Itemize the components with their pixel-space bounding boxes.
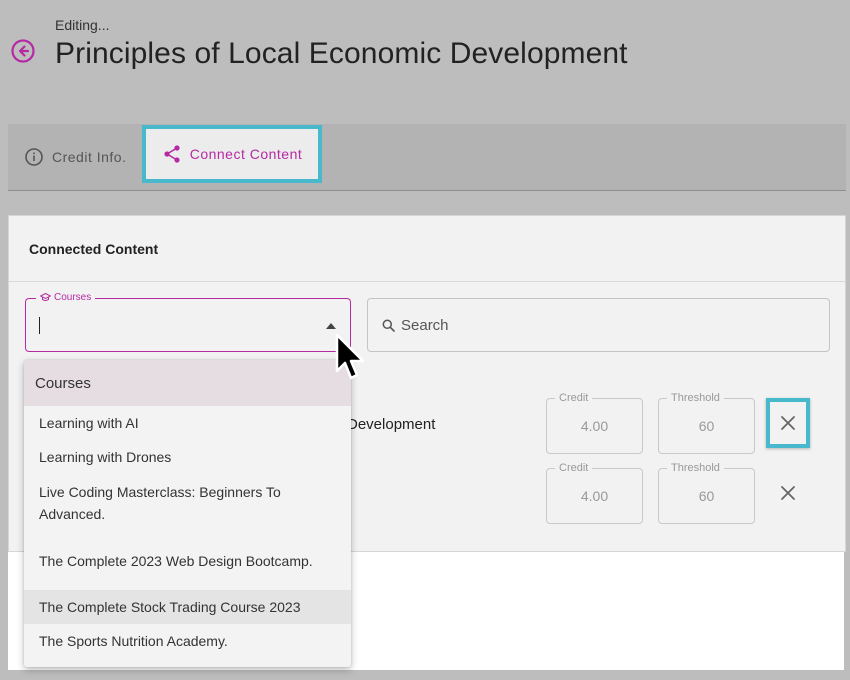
tab-connect-content-label: Connect Content (189, 146, 303, 162)
credit-field: Credit 4.00 (546, 391, 643, 454)
tab-credit-info-label: Credit Info. (52, 149, 127, 165)
panel-title: Connected Content (9, 216, 845, 282)
credit-label: Credit (555, 391, 593, 405)
courses-field-label: Courses (36, 292, 96, 303)
connected-course-title: Development (347, 416, 436, 433)
tabs-bar: Credit Info. Connect Content (8, 124, 846, 191)
search-input[interactable]: Search (367, 298, 830, 352)
back-button[interactable] (10, 38, 36, 64)
threshold-value: 60 (698, 488, 715, 504)
editing-label: Editing... (55, 17, 110, 33)
threshold-value: 60 (698, 418, 715, 434)
threshold-field: Threshold 60 (658, 391, 755, 454)
threshold-label: Threshold (667, 391, 724, 405)
mouse-cursor-icon (335, 333, 365, 380)
dropdown-option[interactable]: The Complete Stock Trading Course 2023 (24, 590, 351, 624)
info-circle-icon (25, 148, 43, 166)
close-icon (781, 416, 795, 430)
share-icon (164, 145, 180, 163)
threshold-field: Threshold 60 (658, 461, 755, 524)
dropdown-arrow-icon[interactable] (326, 323, 336, 329)
threshold-label: Threshold (667, 461, 724, 475)
dropdown-option[interactable]: Live Coding Masterclass: Beginners To Ad… (24, 474, 351, 532)
courses-dropdown-menu: Courses Learning with AI Learning with D… (24, 360, 351, 667)
credit-label: Credit (555, 461, 593, 475)
tab-connect-content[interactable]: Connect Content (142, 125, 322, 183)
credit-value: 4.00 (580, 488, 609, 504)
page-title: Principles of Local Economic Development (55, 37, 628, 70)
search-icon (382, 319, 395, 332)
back-arrow-icon (11, 39, 35, 63)
remove-button[interactable] (766, 468, 810, 518)
remove-button[interactable] (766, 398, 810, 448)
dropdown-option[interactable]: The Complete 2023 Web Design Bootcamp. (24, 532, 351, 590)
graduation-cap-icon (40, 293, 51, 301)
courses-select[interactable]: Courses (25, 292, 351, 352)
dropdown-option[interactable]: The Sports Nutrition Academy. (24, 624, 351, 658)
dropdown-option[interactable]: Learning with AI (24, 406, 351, 440)
courses-field-label-text: Courses (54, 292, 92, 303)
close-icon (781, 486, 795, 500)
text-caret (39, 317, 40, 334)
search-placeholder: Search (401, 316, 449, 334)
dropdown-group-header: Courses (24, 360, 351, 406)
credit-value: 4.00 (580, 418, 609, 434)
credit-field: Credit 4.00 (546, 461, 643, 524)
tab-credit-info[interactable]: Credit Info. (24, 124, 126, 190)
dropdown-option[interactable]: Learning with Drones (24, 440, 351, 474)
